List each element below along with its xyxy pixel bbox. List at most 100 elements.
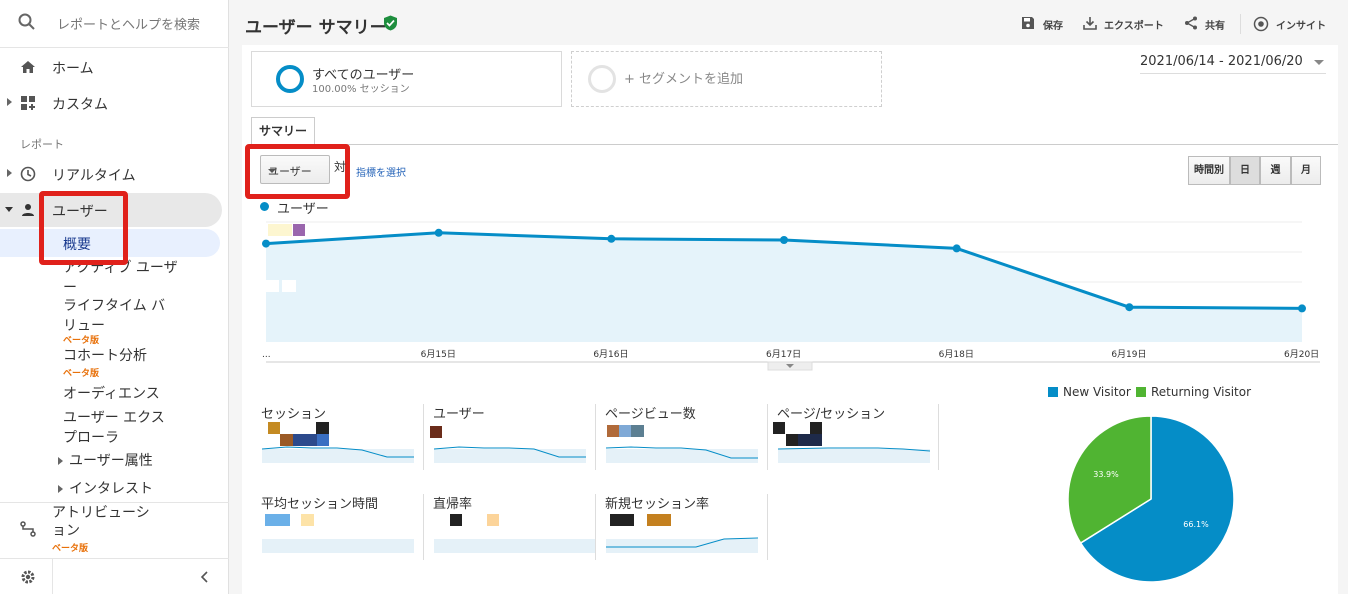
period-hourly-button[interactable]: 時間別 [1188,156,1230,185]
sidebar-item-user-attributes[interactable]: ユーザー属性 [69,451,153,471]
data-point[interactable] [1298,304,1306,313]
export-button[interactable]: エクスポート [1104,17,1164,32]
divider [52,559,53,594]
metric-label: 直帰率 [433,497,473,512]
data-point[interactable] [262,239,270,248]
pie-slice-label: 33.9% [1093,470,1119,479]
gear-icon[interactable] [20,569,36,585]
pages-per-session-sparkline-line [778,447,930,452]
x-tick-label: 6月17日 [766,349,801,360]
x-tick-label: 6月18日 [939,349,974,360]
redacted-value [265,514,290,526]
search-input[interactable]: レポートとヘルプを検索 [57,14,200,33]
share-button[interactable]: 共有 [1205,17,1225,32]
legend-label: New Visitor [1063,385,1131,399]
sidebar-item-realtime[interactable]: リアルタイム [0,157,222,191]
beta-badge: ベータ版 [63,369,100,379]
add-segment-button[interactable]: + セグメントを追加 [571,51,882,107]
data-point[interactable] [434,228,443,237]
tab-summary[interactable]: サマリー [251,117,315,145]
redacted-value [266,280,279,292]
select-metric-link[interactable]: 指標を選択 [356,164,406,179]
attribution-icon [20,521,36,537]
expand-arrow-icon [7,98,12,106]
export-icon[interactable] [1083,16,1097,30]
sidebar-item-attribution[interactable]: アトリビューション ベータ版 [0,502,229,558]
add-segment-label: + セグメントを追加 [624,72,744,87]
redacted-value [619,425,631,437]
person-icon [22,204,34,216]
divider [767,404,768,470]
sidebar-item-custom[interactable]: カスタム [0,86,222,120]
sidebar-item-home[interactable]: ホーム [0,50,222,84]
sidebar-item-lifetime-value[interactable]: ライフタイム バリュー [63,296,178,336]
data-point[interactable] [952,244,961,253]
segment-ring-icon [588,65,616,93]
expand-arrow-icon [58,457,63,465]
period-week-button[interactable]: 週 [1260,156,1291,185]
beta-badge: ベータ版 [52,544,89,554]
metric-label: ページビュー数 [605,407,696,422]
section-label-reports: レポート [20,138,64,151]
period-day-button[interactable]: 日 [1230,156,1260,185]
avg-session-duration-sparkline [262,539,414,553]
divider [595,494,596,560]
pie-legend-new-visitor: New Visitor [1048,385,1131,399]
search-bar[interactable]: レポートとヘルプを検索 [0,0,229,48]
data-point[interactable] [780,236,788,244]
redacted-value [450,514,462,526]
divider [1240,14,1241,34]
sidebar-item-user-explorer[interactable]: ユーザー エクスプローラ [63,408,178,448]
legend-label: Returning Visitor [1151,385,1252,399]
sidebar-item-audience[interactable]: オーディエンス [63,384,160,404]
data-point[interactable] [1125,303,1134,312]
clock-icon [20,166,36,182]
pie-slice-label: 66.1% [1183,520,1209,529]
x-tick-label: 6月20日 [1284,349,1319,360]
redacted-value [316,422,329,434]
date-range-text: 2021/06/14 - 2021/06/20 [1140,54,1303,69]
sidebar-footer [0,558,229,594]
x-tick-label: 6月15日 [421,349,456,360]
divider [938,404,939,470]
sidebar-item-label: アトリビューション [52,505,150,539]
expand-arrow-icon [58,485,63,493]
save-icon[interactable] [1021,16,1035,30]
segment-all-users[interactable]: すべてのユーザー 100.00% セッション [251,51,562,107]
new-session-rate-sparkline-line [606,537,758,548]
metric-label: ページ/セッション [777,407,886,422]
insight-icon[interactable] [1253,16,1269,32]
beta-badge: ベータ版 [63,336,100,346]
search-icon [18,13,35,30]
tab-divider [251,144,1338,145]
redacted-value [430,426,442,438]
bounce-rate-sparkline [434,539,596,553]
legend-swatch [1048,387,1058,397]
legend-swatch [1136,387,1146,397]
x-tick-label: ... [262,350,271,360]
visitor-type-pie-chart: 66.1% 33.9% [1067,415,1235,583]
x-tick-label: 6月19日 [1111,349,1146,360]
redacted-value [282,280,296,292]
sidebar-item-interests[interactable]: インタレスト [69,479,153,499]
collapse-sidebar-icon[interactable] [199,571,211,583]
save-button[interactable]: 保存 [1043,17,1063,32]
sessions-sparkline-line [262,446,414,458]
data-point[interactable] [607,234,616,243]
date-range-picker[interactable]: 2021/06/14 - 2021/06/20 [1140,54,1326,74]
series-area [266,232,1302,342]
sidebar-item-cohort[interactable]: コホート分析 [63,346,147,366]
dashboard-icon [21,96,35,110]
verified-shield-icon [384,15,397,31]
share-icon[interactable] [1184,16,1198,30]
redacted-value [607,425,619,437]
users-sparkline-line [434,446,586,458]
period-month-button[interactable]: 月 [1291,156,1321,185]
insight-button[interactable]: インサイト [1276,17,1326,32]
metric-label: 平均セッション時間 [261,497,379,512]
redacted-value [773,422,785,434]
expand-arrow-icon [7,169,12,177]
pie-legend-returning-visitor: Returning Visitor [1136,385,1251,399]
metric-label: ユーザー [433,407,485,422]
redacted-value [301,514,314,526]
